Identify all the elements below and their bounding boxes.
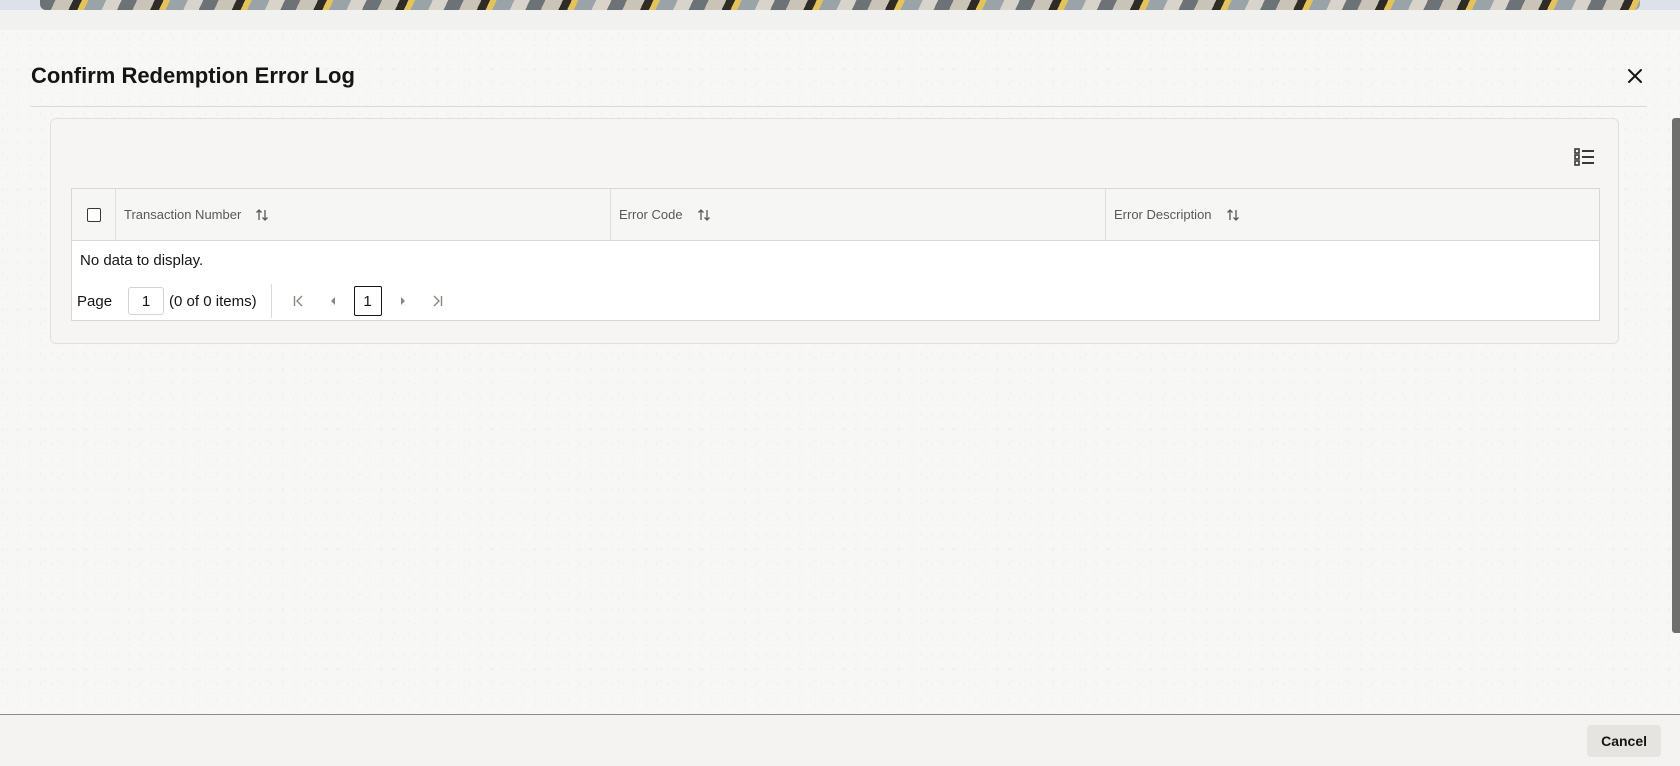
dialog-title: Confirm Redemption Error Log xyxy=(31,63,355,88)
vertical-scrollbar[interactable] xyxy=(1672,118,1680,633)
page-number-input[interactable] xyxy=(128,287,165,315)
close-icon xyxy=(1628,69,1642,83)
next-page-button[interactable] xyxy=(390,288,416,314)
column-header-error-code[interactable]: Error Code xyxy=(611,189,1106,240)
error-log-table: Transaction Number Error Code Error Desc… xyxy=(71,188,1600,321)
previous-page-icon xyxy=(330,297,335,305)
sort-icon[interactable] xyxy=(1226,208,1240,222)
results-panel: Transaction Number Error Code Error Desc… xyxy=(50,118,1619,344)
first-page-icon xyxy=(293,295,303,307)
close-button[interactable] xyxy=(1623,64,1647,88)
column-header-label: Error Code xyxy=(619,207,683,222)
column-header-transaction-number[interactable]: Transaction Number xyxy=(116,189,611,240)
previous-page-button[interactable] xyxy=(320,288,346,314)
last-page-button[interactable] xyxy=(424,288,450,314)
sort-icon[interactable] xyxy=(697,208,711,222)
table-header: Transaction Number Error Code Error Desc… xyxy=(72,189,1599,241)
pagination: Page (0 of 0 items) 1 xyxy=(72,284,1599,318)
last-page-icon xyxy=(433,295,442,307)
next-page-icon xyxy=(400,297,405,305)
first-page-button[interactable] xyxy=(286,288,312,314)
item-count: (0 of 0 items) xyxy=(169,292,257,310)
page-label: Page xyxy=(77,292,113,310)
sort-icon[interactable] xyxy=(255,208,269,222)
cancel-button[interactable]: Cancel xyxy=(1587,725,1661,757)
dialog-header: Confirm Redemption Error Log xyxy=(31,30,1647,107)
top-banner xyxy=(40,0,1640,10)
column-header-error-description[interactable]: Error Description xyxy=(1106,189,1599,240)
pager-divider xyxy=(270,284,272,318)
column-header-label: Error Description xyxy=(1114,207,1212,222)
column-manager-button[interactable] xyxy=(1572,145,1596,169)
select-all-checkbox[interactable] xyxy=(86,207,101,222)
empty-table-message: No data to display. xyxy=(80,252,204,269)
current-page-button[interactable]: 1 xyxy=(353,286,382,316)
column-header-label: Transaction Number xyxy=(124,207,242,222)
select-all-cell xyxy=(72,189,116,240)
list-settings-icon xyxy=(1574,148,1594,166)
dialog-footer: Cancel xyxy=(0,714,1680,766)
